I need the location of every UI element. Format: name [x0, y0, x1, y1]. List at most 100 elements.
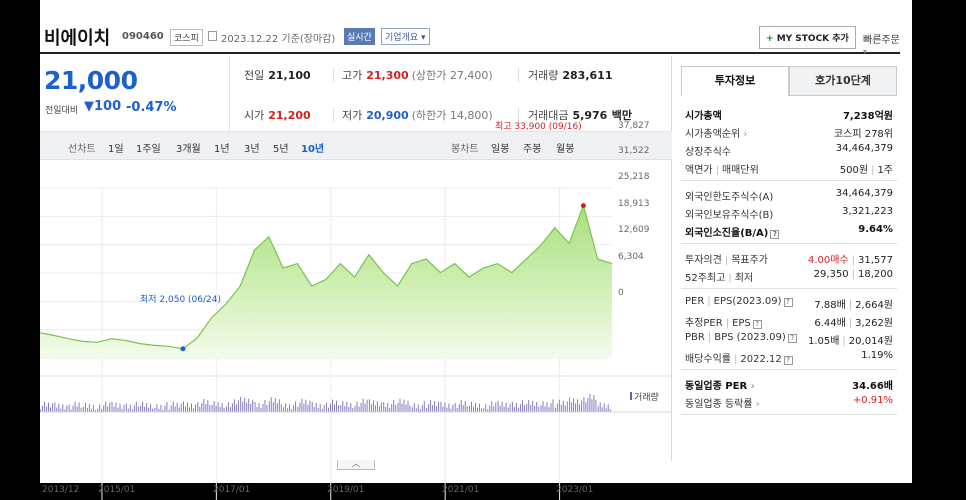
quick-order-button[interactable]: 빠른주문▾	[863, 31, 900, 57]
volume-bar	[442, 406, 444, 412]
info-key: 상장주식수	[685, 143, 731, 158]
company-info-dropdown[interactable]: 기업개요 ▾	[381, 28, 430, 45]
volume-bar	[385, 407, 387, 412]
volume-bar	[50, 407, 51, 412]
collapse-chart-button[interactable]: ︿	[337, 460, 375, 470]
info-key[interactable]: PBR | BPS (2023.09)?	[685, 332, 797, 343]
info-key: 액면가 | 매매단위	[685, 161, 759, 176]
tab-order-book[interactable]: 호가10단계	[789, 66, 897, 96]
info-value-text: 코스피 278위	[833, 129, 893, 140]
volume-bar	[56, 407, 58, 412]
help-icon[interactable]: ?	[783, 356, 793, 365]
add-my-stock-button[interactable]: + MY STOCK 추가	[759, 26, 856, 49]
volume-bar	[48, 402, 49, 412]
upper-limit: (상한가 27,400)	[411, 69, 493, 82]
help-icon[interactable]: ?	[783, 298, 793, 307]
info-value-text: 7,238억원	[842, 111, 893, 122]
help-icon[interactable]: ?	[770, 230, 780, 239]
volume-bar	[562, 400, 564, 412]
info-key: 52주최고 | 최저	[685, 269, 753, 284]
volume-bar	[62, 404, 64, 412]
info-key[interactable]: 배당수익률 | 2022.12?	[685, 350, 793, 365]
volume-bar	[178, 407, 180, 412]
period-3y[interactable]: 3년	[244, 140, 260, 155]
info-key[interactable]: PER | EPS(2023.09)?	[685, 296, 793, 307]
candle-monthly[interactable]: 월봉	[556, 140, 574, 155]
volume-bar	[370, 404, 372, 412]
invest-info-table: 시가총액 7,238억원 시가총액순위 › 코스피 278위 상장주식수 34,464,3…	[681, 96, 897, 415]
candle-weekly[interactable]: 주봉	[523, 140, 541, 155]
volume-bar	[434, 401, 436, 412]
info-key-text: 액면가	[685, 165, 713, 176]
volume-bar	[380, 402, 382, 412]
help-icon[interactable]: ?	[787, 334, 797, 343]
invest-info-panel: 투자정보 호가10단계 시가총액 7,238억원 시가총액순위 › 코스피 278위 상…	[681, 66, 897, 415]
low-label: 저가	[342, 109, 363, 122]
volume-bar	[237, 400, 239, 412]
info-tabs: 투자정보 호가10단계	[681, 66, 897, 96]
period-3m[interactable]: 3개월	[176, 140, 201, 155]
period-1d[interactable]: 1일	[108, 140, 124, 155]
volume-bar	[274, 398, 276, 412]
volume-bar	[344, 406, 346, 412]
realtime-button[interactable]: 실시간	[344, 28, 375, 45]
volume-bar	[113, 406, 115, 412]
volume-bar	[579, 404, 581, 412]
volume-bar	[60, 408, 62, 412]
volume-bar	[105, 401, 107, 412]
volume-bar	[575, 403, 577, 412]
info-row: 외국인소진율(B/A)? 9.64%	[681, 221, 897, 239]
volume-bar	[593, 395, 595, 412]
info-key[interactable]: 시가총액순위 ›	[685, 125, 747, 140]
volume-bar	[360, 402, 362, 412]
period-10y[interactable]: 10년	[301, 140, 324, 155]
tab-invest-info[interactable]: 투자정보	[681, 66, 789, 96]
info-key-text: 동일업종 PER	[685, 381, 748, 392]
info-key-text: 투자의견	[685, 255, 722, 266]
volume-bar	[180, 403, 182, 412]
info-key[interactable]: 추정PER | EPS?	[685, 314, 762, 329]
volume-bar	[317, 408, 319, 412]
volume-bar	[42, 405, 43, 412]
volume-bar	[417, 404, 419, 412]
volume-bar	[150, 403, 152, 412]
chevron-right-icon: ›	[747, 381, 755, 392]
volume-bar	[469, 405, 470, 412]
volume-bar	[534, 406, 536, 412]
period-1w[interactable]: 1주일	[136, 140, 161, 155]
info-key[interactable]: 외국인소진율(B/A)?	[685, 224, 780, 239]
info-value: 34,464,379	[836, 188, 893, 199]
y-tick-label: 31,522	[618, 146, 650, 156]
help-icon[interactable]: ?	[752, 320, 762, 329]
info-key-text: 상장주식수	[685, 147, 731, 158]
volume-bar	[397, 402, 399, 412]
period-1y[interactable]: 1년	[214, 140, 230, 155]
volume-bar	[607, 404, 609, 412]
volume-bar	[119, 403, 121, 412]
volume-bar	[411, 407, 413, 412]
info-key[interactable]: 동일업종 PER ›	[685, 377, 755, 392]
candle-daily[interactable]: 일봉	[491, 140, 509, 155]
info-row: 액면가 | 매매단위 500원 | 1주	[681, 158, 897, 176]
info-value-text: 3,262원	[855, 318, 893, 329]
period-5y[interactable]: 5년	[273, 140, 289, 155]
info-value: 9.64%	[858, 224, 893, 235]
volume-bar	[213, 401, 215, 412]
volume-bar	[413, 403, 415, 412]
price-area	[40, 205, 612, 358]
info-value-text: 20,014원	[848, 336, 893, 347]
volume-bar	[242, 401, 244, 412]
low-price: 저가 20,900 (하한가 14,800)	[342, 107, 493, 123]
volume-bar	[389, 408, 391, 412]
volume-bar	[183, 401, 184, 412]
low-annotation: 최저 2,050 (06/24)	[140, 295, 222, 305]
volume-bar	[564, 405, 566, 412]
info-key[interactable]: 동일업종 등락률 ›	[685, 395, 760, 410]
price-chart[interactable]: 37,827 31,522 25,218 18,913 12,609 6,304…	[40, 121, 672, 500]
low-value: 20,900	[366, 109, 409, 122]
info-key-text: 2022.12	[740, 354, 782, 365]
volume-bar	[415, 408, 417, 412]
volume-bar	[362, 398, 364, 412]
volume-bar	[195, 404, 196, 412]
volume-bar	[378, 406, 380, 412]
